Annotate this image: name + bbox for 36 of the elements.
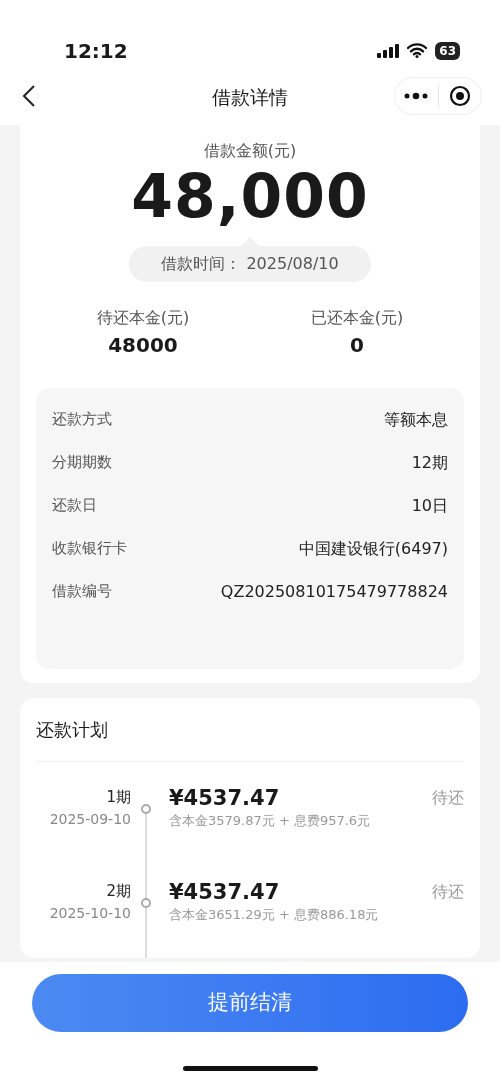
detail-label: 收款银行卡 [52, 538, 127, 559]
loan-date: 借款时间： 2025/08/10 [129, 246, 371, 282]
plan-title: 还款计划 [36, 716, 464, 762]
wifi-icon [407, 43, 428, 58]
detail-value: 12期 [411, 452, 448, 474]
period-label: 2期 [106, 881, 131, 902]
amount-label: 借款金额(元) [202, 140, 298, 162]
amount-breakdown: 含本金3579.87元 + 息费957.6元 [169, 812, 371, 831]
stat-label: 已还本金(元) [310, 307, 404, 329]
page-title: 借款详情 [212, 85, 288, 110]
detail-value: 中国建设银行(6497) [298, 538, 448, 560]
battery-level: 63 [435, 41, 460, 60]
settle-early-button[interactable]: 提前结清 [32, 974, 468, 1032]
period-label: 1期 [106, 787, 131, 808]
detail-label: 借款编号 [52, 581, 112, 602]
due-date: 2025-10-10 [49, 903, 131, 923]
detail-value: 10日 [411, 495, 448, 517]
amount-breakdown: 含本金3651.29元 + 息费886.18元 [169, 906, 379, 925]
timeline-dot [141, 804, 151, 814]
detail-label: 还款日 [52, 495, 97, 516]
detail-label: 还款方式 [52, 409, 112, 430]
detail-label: 分期期数 [52, 452, 112, 473]
installment-amount: ¥4537.47 [169, 880, 280, 906]
stat-label: 待还本金(元) [96, 307, 190, 329]
payment-status: 待还 [432, 882, 464, 901]
status-time: 12:12 [64, 37, 128, 65]
stat-value: 0 [350, 332, 364, 359]
timeline-dot [141, 898, 151, 908]
payment-status: 待还 [432, 788, 464, 807]
due-date: 2025-09-10 [49, 809, 131, 829]
stat-value: 48000 [108, 332, 178, 359]
detail-value: 等额本息 [384, 409, 448, 431]
detail-value: QZ20250810175479778824 [220, 581, 448, 603]
signal-icon [377, 43, 400, 58]
installment-amount: ¥4537.47 [169, 786, 280, 812]
loan-amount: 48,000 [130, 163, 370, 229]
